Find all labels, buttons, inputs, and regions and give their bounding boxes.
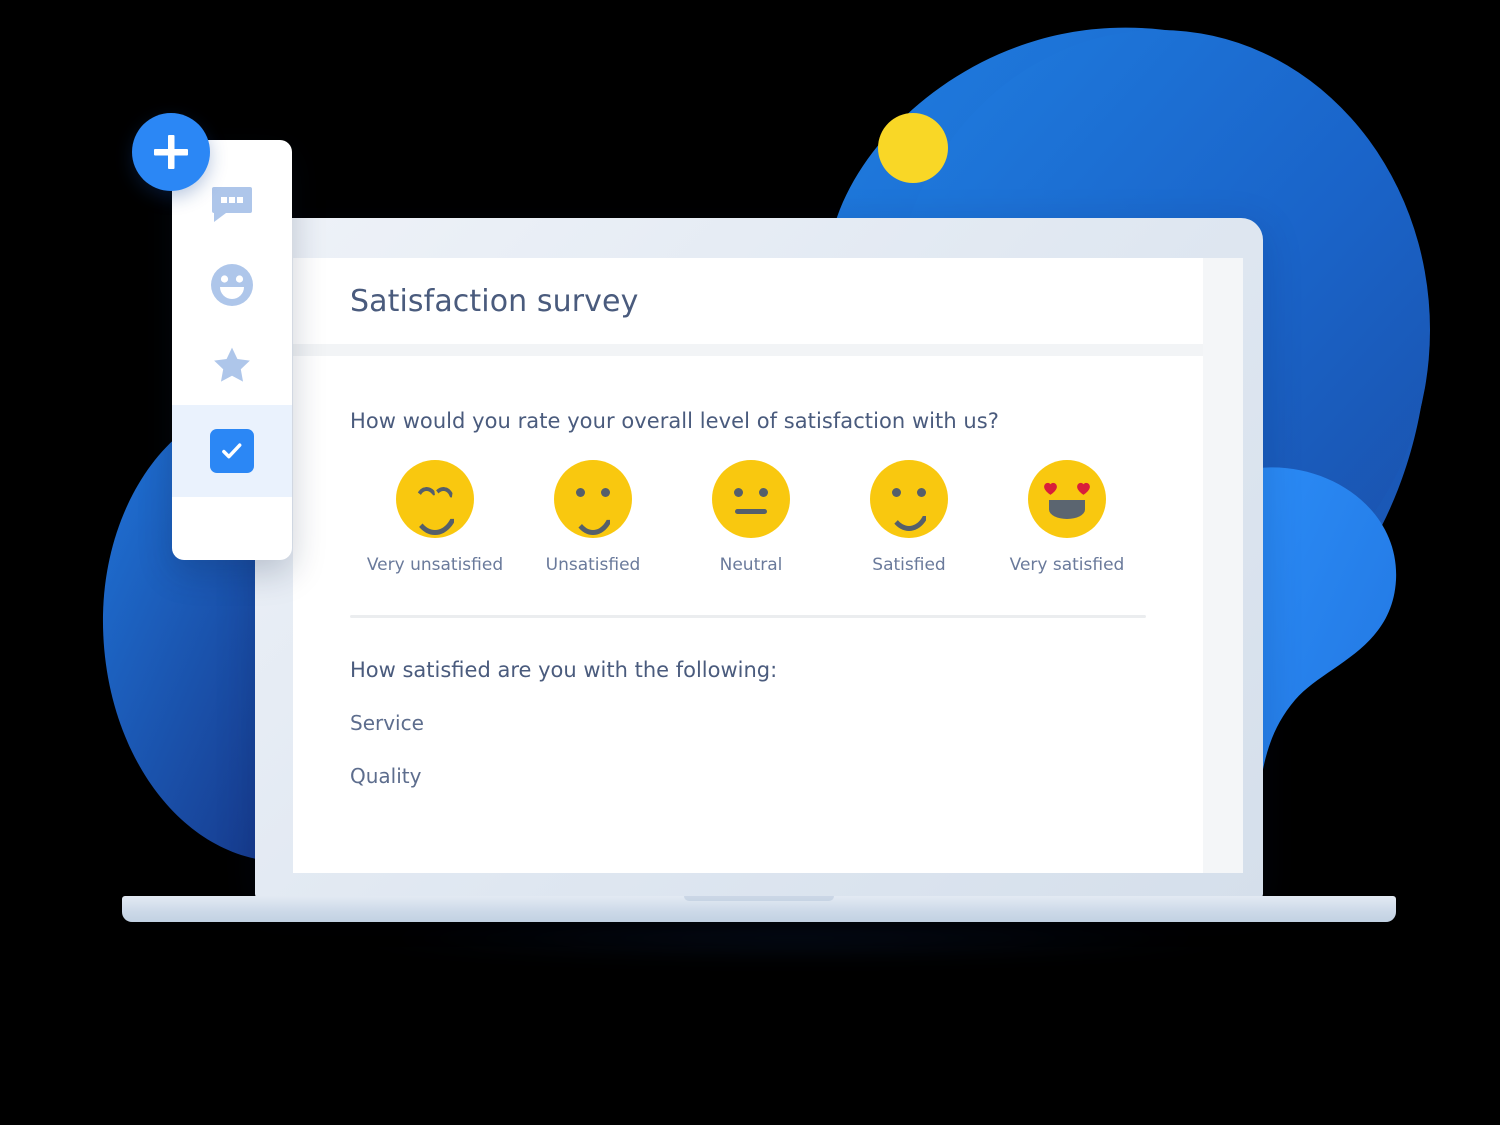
scale-option-very-unsatisfied[interactable]: Very unsatisfied bbox=[356, 460, 514, 575]
list-item[interactable]: Quality bbox=[350, 735, 1146, 788]
smiley-face-icon bbox=[211, 264, 253, 306]
check-icon bbox=[222, 443, 242, 459]
app-body: How would you rate your overall level of… bbox=[293, 356, 1203, 788]
floating-widget-panel bbox=[172, 140, 292, 560]
blob-right-wave bbox=[1245, 467, 1397, 800]
satisfaction-scale: Very unsatisfied Unsatisfied Neutral Sat… bbox=[350, 460, 1146, 575]
checkbox-checked-icon bbox=[210, 429, 254, 473]
yellow-dot bbox=[878, 113, 948, 183]
heart-eyes-face-icon[interactable] bbox=[1028, 460, 1106, 538]
plus-icon bbox=[154, 135, 188, 169]
laptop-screen: Satisfaction survey How would you rate y… bbox=[293, 258, 1243, 873]
very-sad-face-icon[interactable] bbox=[396, 460, 474, 538]
neutral-face-icon[interactable] bbox=[712, 460, 790, 538]
eye-right bbox=[601, 488, 610, 497]
main-question-text: How would you rate your overall level of… bbox=[350, 409, 999, 433]
scale-label: Unsatisfied bbox=[545, 555, 641, 575]
sidebar-item-survey[interactable] bbox=[172, 405, 292, 497]
scale-label: Satisfied bbox=[872, 555, 946, 575]
mouth-frown bbox=[571, 505, 615, 535]
header-divider bbox=[293, 344, 1203, 356]
chat-bubble-icon bbox=[212, 187, 252, 222]
mouth-smile bbox=[887, 502, 931, 531]
sidebar-item-reactions[interactable] bbox=[172, 245, 292, 325]
scale-option-neutral[interactable]: Neutral bbox=[672, 460, 830, 575]
page-title: Satisfaction survey bbox=[350, 283, 639, 319]
add-button[interactable] bbox=[132, 113, 210, 191]
heart-eye-right-icon bbox=[1077, 482, 1090, 495]
scale-label: Very satisfied bbox=[1009, 555, 1125, 575]
laptop-mockup: Satisfaction survey How would you rate y… bbox=[122, 218, 1396, 958]
eye-left bbox=[576, 488, 585, 497]
mouth-open bbox=[1049, 500, 1085, 519]
eye-left bbox=[892, 488, 901, 497]
mouth-frown bbox=[411, 503, 459, 535]
laptop-shadow bbox=[355, 918, 1235, 958]
scale-option-unsatisfied[interactable]: Unsatisfied bbox=[514, 460, 672, 575]
sad-face-icon[interactable] bbox=[554, 460, 632, 538]
scale-label: Neutral bbox=[719, 555, 783, 575]
eye-right bbox=[917, 488, 926, 497]
survey-app-card: Satisfaction survey How would you rate y… bbox=[293, 258, 1203, 873]
app-header: Satisfaction survey bbox=[293, 258, 1203, 344]
scale-label: Very unsatisfied bbox=[366, 555, 504, 575]
scale-option-satisfied[interactable]: Satisfied bbox=[830, 460, 988, 575]
eye-left bbox=[734, 488, 743, 497]
scale-option-very-satisfied[interactable]: Very satisfied bbox=[988, 460, 1146, 575]
eye-right bbox=[759, 488, 768, 497]
illustration-stage: Satisfaction survey How would you rate y… bbox=[0, 0, 1500, 1125]
heart-eye-left-icon bbox=[1044, 482, 1057, 495]
happy-face-icon[interactable] bbox=[870, 460, 948, 538]
star-icon bbox=[214, 347, 250, 382]
mouth-flat bbox=[735, 509, 767, 514]
laptop-base bbox=[122, 896, 1396, 922]
secondary-question-text: How satisfied are you with the following… bbox=[350, 658, 778, 682]
list-item[interactable]: Service bbox=[350, 682, 1146, 735]
sidebar-item-ratings[interactable] bbox=[172, 325, 292, 405]
